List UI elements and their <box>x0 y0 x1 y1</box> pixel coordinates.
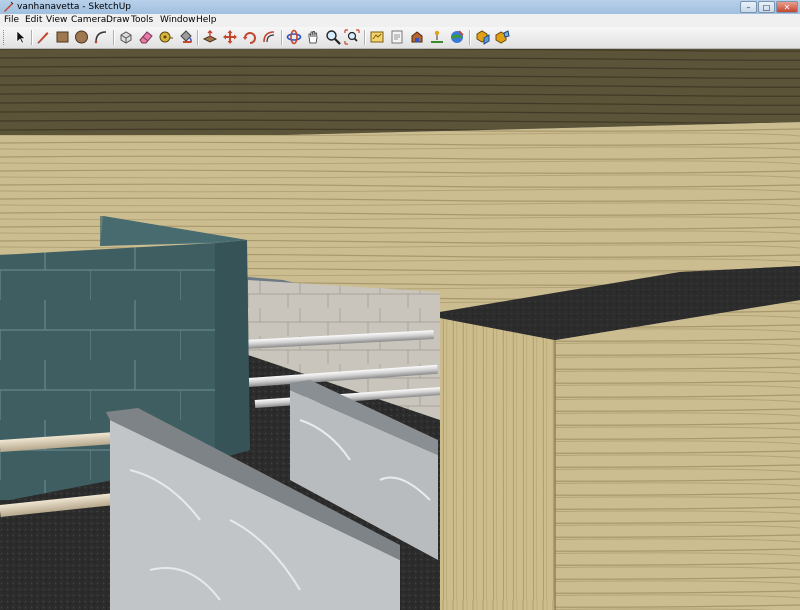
sketchup-app-icon <box>4 1 14 12</box>
wood-block-side <box>555 300 800 610</box>
menu-tools[interactable]: Tools <box>131 14 153 27</box>
tile-block-side <box>215 240 250 460</box>
get-current-view-icon[interactable] <box>409 29 425 45</box>
scene-3d <box>0 49 800 610</box>
move-icon[interactable] <box>222 29 238 45</box>
menu-view[interactable]: View <box>46 14 67 27</box>
push-pull-icon[interactable] <box>202 29 218 45</box>
get-models-icon[interactable] <box>369 29 385 45</box>
toggle-terrain-icon[interactable] <box>429 29 445 45</box>
minimize-icon: – <box>746 3 751 12</box>
toolbar-separator <box>113 30 115 45</box>
menu-window[interactable]: Window <box>160 14 196 27</box>
pencil-line-icon[interactable] <box>35 29 51 45</box>
toolbar-separator <box>469 30 471 45</box>
main-toolbar <box>0 27 800 49</box>
component-browser-icon[interactable] <box>494 29 510 45</box>
maximize-button[interactable]: □ <box>758 1 775 13</box>
wood-block-front <box>440 318 555 610</box>
toolbar-separator <box>31 30 33 45</box>
eraser-icon[interactable] <box>138 29 154 45</box>
menu-camera[interactable]: Camera <box>71 14 106 27</box>
modeling-viewport[interactable] <box>0 49 800 610</box>
rotate-icon[interactable] <box>242 29 258 45</box>
rectangle-icon[interactable] <box>54 29 70 45</box>
paint-bucket-icon[interactable] <box>178 29 194 45</box>
zoom-extents-icon[interactable] <box>344 29 360 45</box>
menu-edit[interactable]: Edit <box>25 14 42 27</box>
select-icon[interactable] <box>13 29 29 45</box>
toolbar-separator <box>197 30 199 45</box>
place-model-icon[interactable] <box>449 29 465 45</box>
share-component-icon[interactable] <box>475 29 491 45</box>
offset-icon[interactable] <box>261 29 277 45</box>
circle-icon[interactable] <box>73 29 89 45</box>
title-bar: vanhanavetta - SketchUp – □ ✕ <box>0 0 800 14</box>
minimize-button[interactable]: – <box>740 1 757 13</box>
menu-help[interactable]: Help <box>196 14 217 27</box>
orbit-icon[interactable] <box>286 29 302 45</box>
close-button[interactable]: ✕ <box>776 1 798 13</box>
window-title: vanhanavetta - SketchUp <box>17 2 132 12</box>
menu-bar: File Edit View Camera Draw Tools Window … <box>0 14 800 27</box>
zoom-icon[interactable] <box>325 29 341 45</box>
tape-measure-icon[interactable] <box>158 29 174 45</box>
toolbar-separator <box>364 30 366 45</box>
make-component-icon[interactable] <box>118 29 134 45</box>
menu-draw[interactable]: Draw <box>106 14 130 27</box>
share-model-icon[interactable] <box>389 29 405 45</box>
close-icon: ✕ <box>783 3 791 12</box>
arc-icon[interactable] <box>93 29 109 45</box>
pan-icon[interactable] <box>305 29 321 45</box>
ceiling-beam <box>0 49 800 135</box>
menu-file[interactable]: File <box>4 14 19 27</box>
toolbar-separator <box>281 30 283 45</box>
maximize-icon: □ <box>762 3 771 12</box>
toolbar-grip[interactable] <box>3 30 7 45</box>
